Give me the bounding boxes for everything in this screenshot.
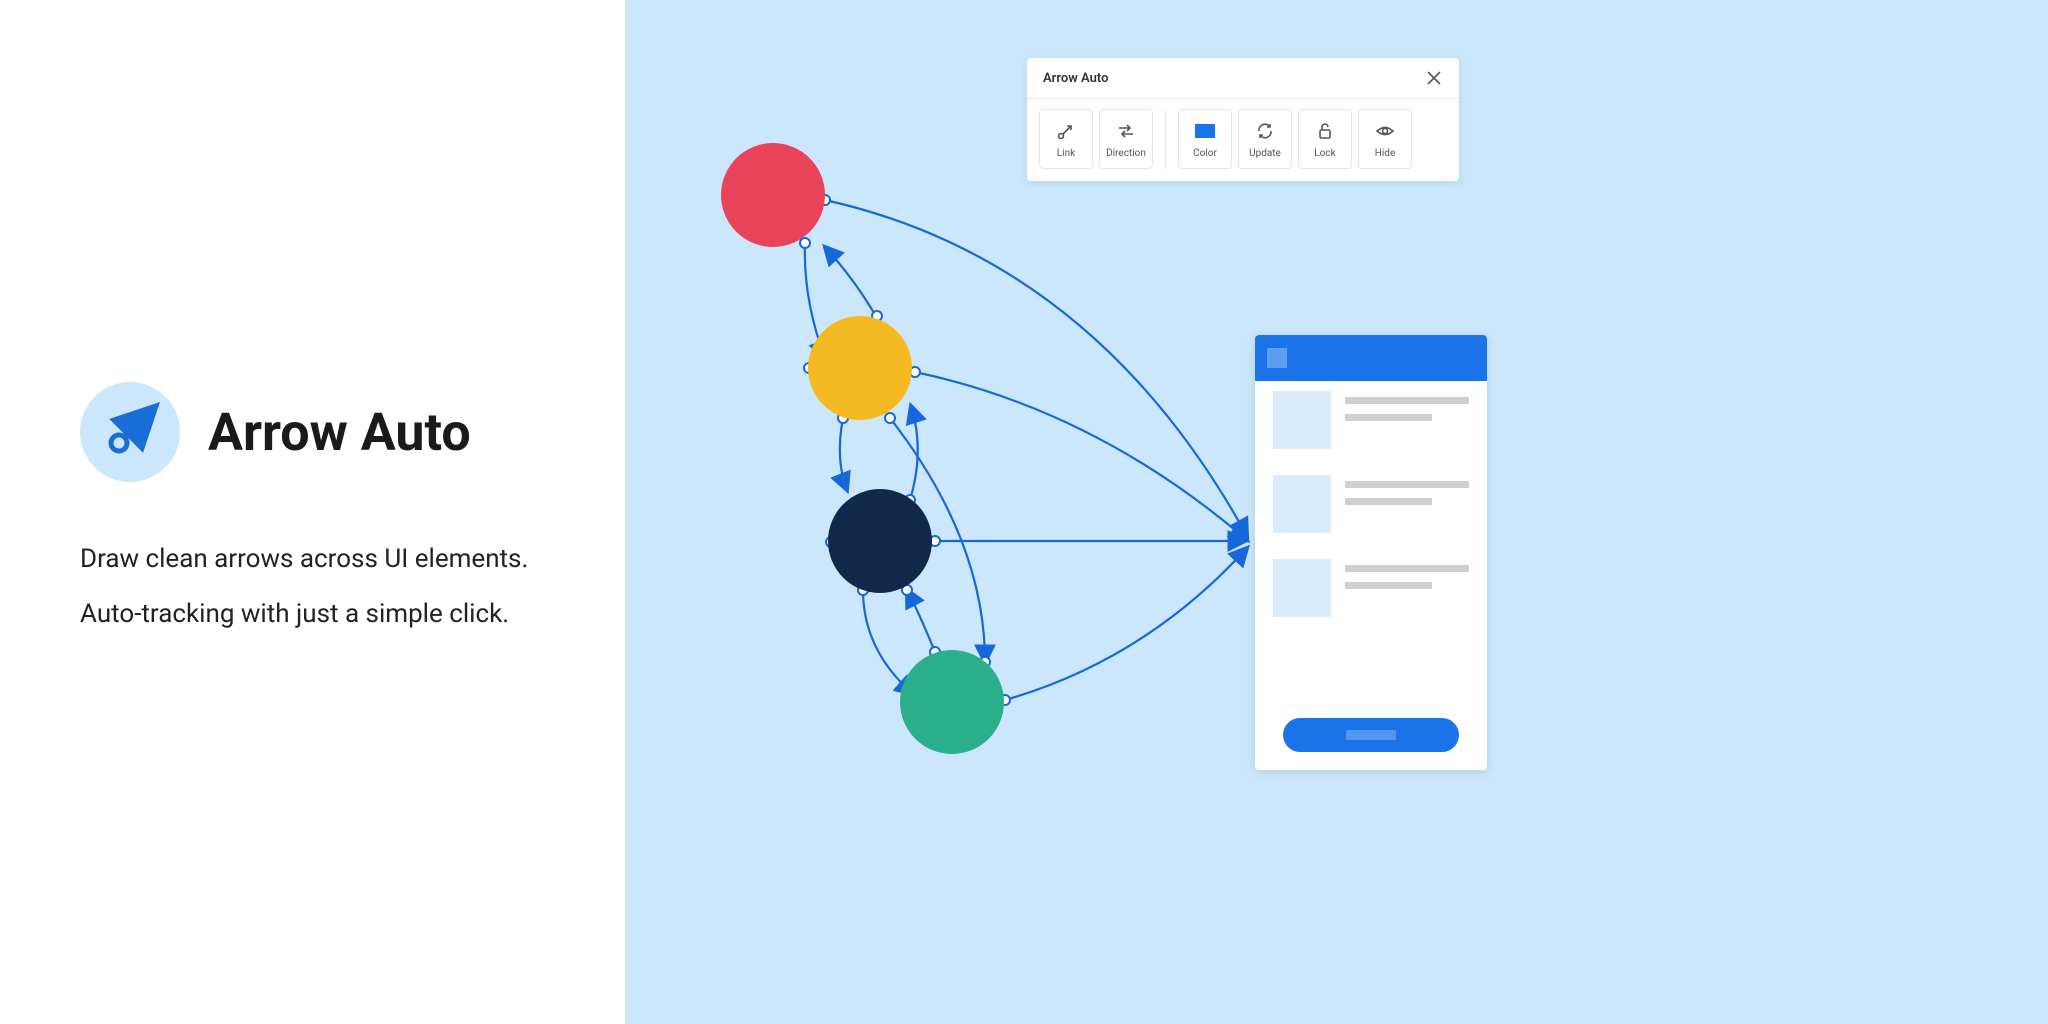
update-label: Update: [1249, 148, 1281, 159]
tool-group-actions: Color Update Lock: [1178, 109, 1412, 169]
direction-icon: [1116, 120, 1136, 142]
placeholder-line: [1345, 565, 1469, 572]
placeholder-line: [1345, 481, 1469, 488]
node-teal[interactable]: [900, 650, 1004, 754]
link-label: Link: [1057, 148, 1075, 159]
update-button[interactable]: Update: [1238, 109, 1292, 169]
mockup-header: [1255, 335, 1487, 381]
toolbar-header: Arrow Auto: [1027, 58, 1459, 99]
list-item: [1273, 559, 1469, 617]
toolbar-title: Arrow Auto: [1043, 71, 1108, 86]
direction-label: Direction: [1106, 148, 1146, 159]
mockup-thumb: [1273, 559, 1331, 617]
direction-button[interactable]: Direction: [1099, 109, 1153, 169]
arrow-icon: [100, 402, 160, 462]
placeholder-line: [1345, 498, 1432, 505]
tool-group-connect: Link Direction: [1039, 109, 1153, 169]
list-item: [1273, 475, 1469, 533]
color-button[interactable]: Color: [1178, 109, 1232, 169]
close-button[interactable]: [1427, 70, 1443, 86]
hide-button[interactable]: Hide: [1358, 109, 1412, 169]
close-icon: [1427, 71, 1441, 85]
mockup-text-lines: [1345, 559, 1469, 589]
mockup-header-square: [1267, 348, 1287, 368]
node-navy[interactable]: [828, 489, 932, 593]
mockup-cta-button[interactable]: [1283, 718, 1459, 752]
mockup-text-lines: [1345, 391, 1469, 421]
lock-icon: [1315, 120, 1335, 142]
mockup-list: [1255, 381, 1487, 718]
mockup-thumb: [1273, 475, 1331, 533]
product-title: Arrow Auto: [208, 402, 471, 463]
tagline-line-1: Draw clean arrows across UI elements.: [80, 532, 625, 587]
intro-panel: Arrow Auto Draw clean arrows across UI e…: [0, 0, 625, 1024]
link-button[interactable]: Link: [1039, 109, 1093, 169]
tagline: Draw clean arrows across UI elements. Au…: [80, 532, 625, 641]
lock-button[interactable]: Lock: [1298, 109, 1352, 169]
placeholder-line: [1345, 414, 1432, 421]
mockup-cta-label-placeholder: [1346, 730, 1396, 740]
tagline-line-2: Auto-tracking with just a simple click.: [80, 587, 625, 642]
product-logo: [80, 382, 180, 482]
mockup-text-lines: [1345, 475, 1469, 505]
color-label: Color: [1193, 148, 1217, 159]
lock-label: Lock: [1314, 148, 1335, 159]
toolbar-divider: [1165, 109, 1166, 169]
logo-row: Arrow Auto: [80, 382, 625, 482]
toolbar-body: Link Direction Color: [1027, 99, 1459, 181]
target-mockup[interactable]: [1255, 335, 1487, 770]
node-yellow[interactable]: [808, 316, 912, 420]
eye-icon: [1375, 120, 1395, 142]
refresh-icon: [1255, 120, 1275, 142]
list-item: [1273, 391, 1469, 449]
canvas-panel: Arrow Auto Link Directi: [625, 0, 2048, 1024]
placeholder-line: [1345, 397, 1469, 404]
placeholder-line: [1345, 582, 1432, 589]
node-red[interactable]: [721, 143, 825, 247]
color-swatch-icon: [1195, 120, 1215, 142]
hide-label: Hide: [1375, 148, 1396, 159]
mockup-thumb: [1273, 391, 1331, 449]
toolbar-panel: Arrow Auto Link Directi: [1027, 58, 1459, 181]
link-icon: [1056, 120, 1076, 142]
